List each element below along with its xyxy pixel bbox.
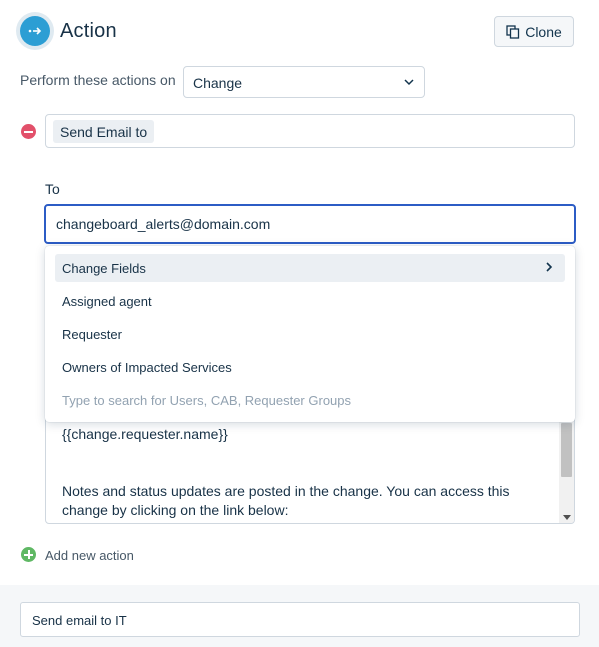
action-icon — [16, 12, 54, 50]
copy-icon — [506, 24, 520, 39]
dropdown-search-hint: Type to search for Users, CAB, Requester… — [62, 393, 352, 408]
perform-select-value: Change — [193, 75, 243, 91]
clone-label: Clone — [525, 23, 562, 40]
body-line: {{change.requester.name}} — [62, 426, 228, 442]
action-type-field[interactable]: Send Email to — [45, 114, 575, 148]
arrow-right-icon — [20, 16, 50, 46]
recipient-dropdown: Change Fields Assigned agent Requester O… — [45, 246, 575, 422]
add-icon[interactable] — [21, 547, 36, 562]
dropdown-item-requester[interactable]: Requester — [55, 320, 565, 348]
remove-action-icon[interactable] — [21, 124, 36, 139]
dropdown-item-assigned-agent[interactable]: Assigned agent — [55, 287, 565, 315]
perform-label: Perform these actions on — [20, 72, 176, 88]
email-body-text: {{change.requester.name}} Notes and stat… — [62, 425, 542, 520]
dropdown-item-change-fields[interactable]: Change Fields — [55, 254, 565, 282]
add-new-action-link[interactable]: Add new action — [45, 548, 134, 563]
scroll-down-arrow-icon[interactable] — [563, 515, 571, 520]
rule-name-input[interactable]: Send email to IT — [20, 602, 580, 637]
clone-button[interactable]: Clone — [494, 16, 574, 47]
to-label: To — [45, 181, 60, 197]
scrollbar-thumb[interactable] — [561, 423, 572, 477]
chevron-down-icon — [404, 79, 414, 86]
perform-select[interactable]: Change — [183, 66, 425, 98]
action-type-tag[interactable]: Send Email to — [53, 120, 155, 143]
footer: Send email to IT — [0, 585, 599, 647]
chevron-right-icon — [546, 262, 553, 272]
to-input[interactable]: changeboard_alerts@domain.com — [44, 204, 576, 244]
body-line: Notes and status updates are posted in t… — [62, 483, 510, 518]
page-title: Action — [60, 20, 117, 42]
dropdown-item-owners-impacted-services[interactable]: Owners of Impacted Services — [55, 353, 565, 381]
